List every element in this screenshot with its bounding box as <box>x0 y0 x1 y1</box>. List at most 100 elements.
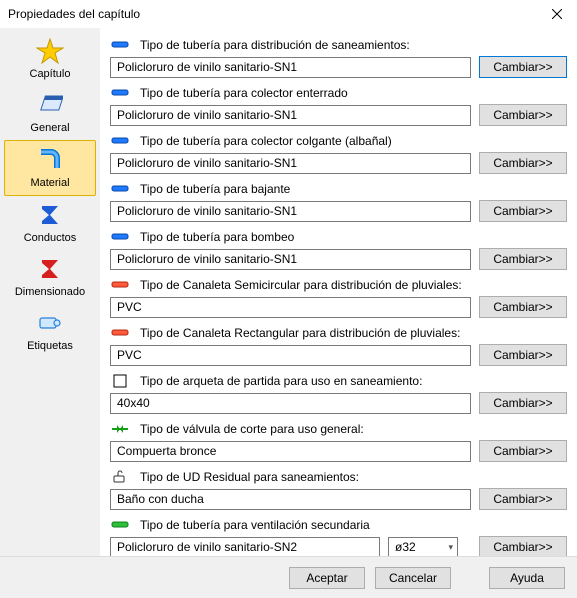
property-label-row: Tipo de tubería para bajante <box>110 182 567 196</box>
pipe-blue-icon <box>110 86 130 100</box>
pipe-red-icon <box>110 278 130 292</box>
change-button[interactable]: Cambiar>> <box>479 536 567 556</box>
sidebar-item-etiquetas[interactable]: Etiquetas <box>0 304 100 358</box>
property-label: Tipo de UD Residual para saneamientos: <box>140 470 359 484</box>
property-input-row: Policloruro de vinilo sanitario-SN1 Cambi… <box>110 104 567 126</box>
button-label: Cambiar>> <box>493 60 552 74</box>
property-label: Tipo de tubería para bombeo <box>140 230 294 244</box>
sigma-red-icon <box>33 254 67 284</box>
property-label-row: Tipo de Canaleta Rectangular para distri… <box>110 326 567 340</box>
button-label: Cambiar>> <box>493 396 552 410</box>
titlebar: Propiedades del capítulo <box>0 0 577 28</box>
property-value[interactable]: 40x40 <box>110 393 471 414</box>
button-label: Cambiar>> <box>493 156 552 170</box>
property-value[interactable]: Compuerta bronce <box>110 441 471 462</box>
sidebar-label: Conductos <box>24 232 77 244</box>
chevron-down-icon: ▾ <box>448 542 453 553</box>
property-label-row: Tipo de válvula de corte para uso genera… <box>110 422 567 436</box>
sidebar-item-dimensionado[interactable]: Dimensionado <box>0 250 100 304</box>
pipe-blue-icon <box>110 182 130 196</box>
property-input-row: Policloruro de vinilo sanitario-SN2 ø32▾ C… <box>110 536 567 556</box>
dialog-body: Capítulo General Material Conductos Dime <box>0 28 577 556</box>
valve-icon <box>110 422 130 436</box>
property-value[interactable]: Policloruro de vinilo sanitario-SN1 <box>110 105 471 126</box>
property-label: Tipo de arqueta de partida para uso en s… <box>140 374 422 388</box>
property-label-row: Tipo de Canaleta Semicircular para distr… <box>110 278 567 292</box>
button-label: Cambiar>> <box>493 540 552 554</box>
sidebar-item-capitulo[interactable]: Capítulo <box>0 32 100 86</box>
change-button[interactable]: Cambiar>> <box>479 104 567 126</box>
sidebar-item-general[interactable]: General <box>0 86 100 140</box>
button-label: Cambiar>> <box>493 300 552 314</box>
footer: Aceptar Cancelar Ayuda <box>0 556 577 598</box>
change-button[interactable]: Cambiar>> <box>479 392 567 414</box>
property-input-row: Policloruro de vinilo sanitario-SN1 Cambi… <box>110 152 567 174</box>
change-button[interactable]: Cambiar>> <box>479 56 567 78</box>
property-value[interactable]: Policloruro de vinilo sanitario-SN1 <box>110 57 471 78</box>
property-value[interactable]: Policloruro de vinilo sanitario-SN2 <box>110 537 380 557</box>
pipe-blue-icon <box>110 38 130 52</box>
property-label-row: Tipo de tubería para ventilación secunda… <box>110 518 567 532</box>
property-label: Tipo de Canaleta Semicircular para distr… <box>140 278 462 292</box>
property-label: Tipo de Canaleta Rectangular para distri… <box>140 326 460 340</box>
property-value[interactable]: Policloruro de vinilo sanitario-SN1 <box>110 249 471 270</box>
property-input-row: 40x40 Cambiar>> <box>110 392 567 414</box>
box-icon <box>110 374 130 388</box>
property-label: Tipo de válvula de corte para uso genera… <box>140 422 364 436</box>
change-button[interactable]: Cambiar>> <box>479 152 567 174</box>
sidebar-label: General <box>30 122 69 134</box>
sidebar-label: Etiquetas <box>27 340 73 352</box>
property-value[interactable]: Policloruro de vinilo sanitario-SN1 <box>110 153 471 174</box>
sidebar-label: Dimensionado <box>15 286 85 298</box>
pipe-blue-icon <box>110 230 130 244</box>
star-icon <box>33 36 67 66</box>
change-button[interactable]: Cambiar>> <box>479 344 567 366</box>
property-label: Tipo de tubería para bajante <box>140 182 290 196</box>
main-panel: Tipo de tubería para distribución de san… <box>100 28 577 556</box>
button-label: Cambiar>> <box>493 348 552 362</box>
sidebar-label: Material <box>30 177 69 189</box>
window-title: Propiedades del capítulo <box>8 7 140 21</box>
sidebar: Capítulo General Material Conductos Dime <box>0 28 100 556</box>
button-label: Cambiar>> <box>493 204 552 218</box>
help-button[interactable]: Ayuda <box>489 567 565 589</box>
property-input-row: Compuerta bronce Cambiar>> <box>110 440 567 462</box>
sidebar-label: Capítulo <box>30 68 71 80</box>
property-value[interactable]: Policloruro de vinilo sanitario-SN1 <box>110 201 471 222</box>
property-label-row: Tipo de tubería para bombeo <box>110 230 567 244</box>
pipe-icon <box>33 145 67 175</box>
accept-button[interactable]: Aceptar <box>289 567 365 589</box>
property-label: Tipo de tubería para colector enterrado <box>140 86 348 100</box>
close-button[interactable] <box>545 4 569 24</box>
sheet-icon <box>33 90 67 120</box>
property-value[interactable]: PVC <box>110 345 471 366</box>
button-label: Cambiar>> <box>493 444 552 458</box>
property-label: Tipo de tubería para distribución de san… <box>140 38 410 52</box>
property-value[interactable]: PVC <box>110 297 471 318</box>
change-button[interactable]: Cambiar>> <box>479 296 567 318</box>
property-label-row: Tipo de arqueta de partida para uso en s… <box>110 374 567 388</box>
property-value[interactable]: Baño con ducha <box>110 489 471 510</box>
button-label: Cambiar>> <box>493 492 552 506</box>
pipe-blue-icon <box>110 134 130 148</box>
property-label-row: Tipo de tubería para distribución de san… <box>110 38 567 52</box>
diameter-select[interactable]: ø32▾ <box>388 537 458 557</box>
change-button[interactable]: Cambiar>> <box>479 248 567 270</box>
change-button[interactable]: Cambiar>> <box>479 200 567 222</box>
sidebar-item-conductos[interactable]: Conductos <box>0 196 100 250</box>
sidebar-item-material[interactable]: Material <box>4 140 96 196</box>
cancel-button[interactable]: Cancelar <box>375 567 451 589</box>
property-label: Tipo de tubería para colector colgante (… <box>140 134 392 148</box>
property-input-row: PVC Cambiar>> <box>110 296 567 318</box>
sigma-blue-icon <box>33 200 67 230</box>
property-label-row: Tipo de tubería para colector colgante (… <box>110 134 567 148</box>
tag-icon <box>33 308 67 338</box>
property-input-row: Policloruro de vinilo sanitario-SN1 Cambi… <box>110 200 567 222</box>
change-button[interactable]: Cambiar>> <box>479 440 567 462</box>
change-button[interactable]: Cambiar>> <box>479 488 567 510</box>
property-input-row: Baño con ducha Cambiar>> <box>110 488 567 510</box>
button-label: Cambiar>> <box>493 108 552 122</box>
close-icon <box>552 9 562 19</box>
pipe-red-icon <box>110 326 130 340</box>
property-input-row: Policloruro de vinilo sanitario-SN1 Cambi… <box>110 248 567 270</box>
